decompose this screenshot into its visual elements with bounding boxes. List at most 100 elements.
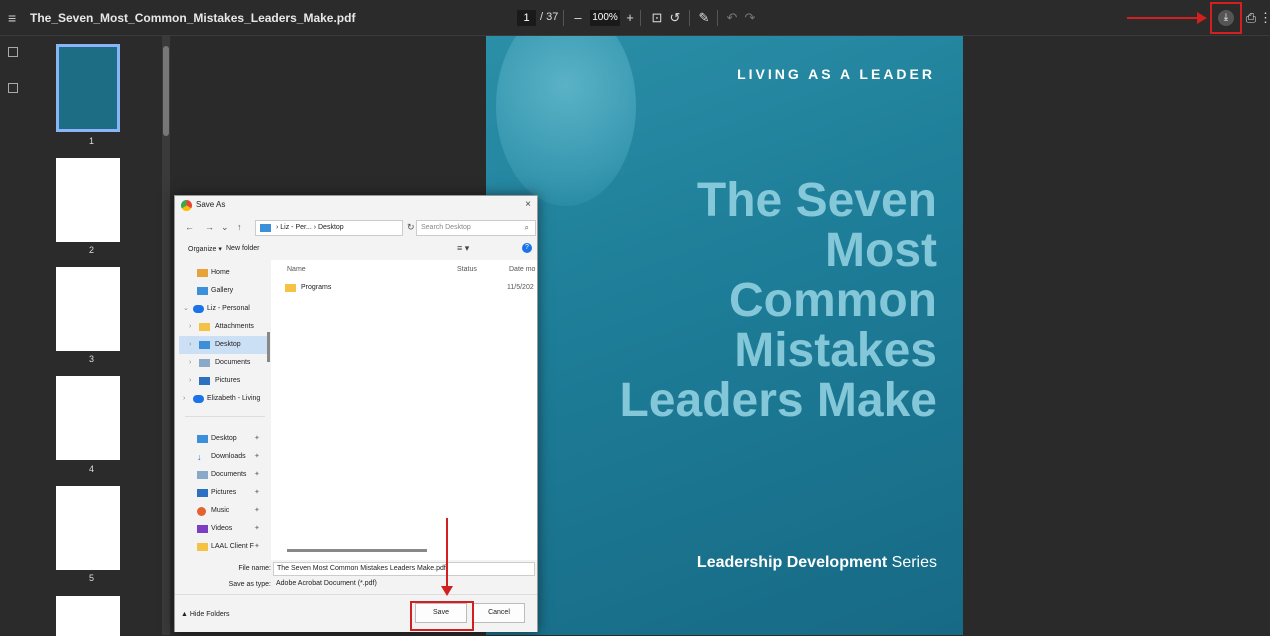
close-icon[interactable]: × <box>525 199 531 210</box>
scrollbar-thumb[interactable] <box>163 46 169 136</box>
search-input[interactable]: Search Desktop ⌕ <box>416 220 536 236</box>
chevron-down-icon[interactable]: ⌄ <box>183 300 189 318</box>
menu-icon[interactable]: ≡ <box>8 11 22 25</box>
cover-series-name: Leadership Development Series <box>697 554 937 572</box>
chevron-right-icon[interactable]: › <box>189 318 191 336</box>
annotation-arrowhead <box>1197 12 1207 24</box>
thumbnail-page-2[interactable] <box>56 158 120 242</box>
chrome-icon <box>181 200 192 211</box>
rotate-icon[interactable]: ↺ <box>667 9 683 27</box>
view-options-icon[interactable]: ≡ ▾ <box>457 243 469 254</box>
download-button[interactable]: ⤓ <box>1210 2 1242 34</box>
nav-item-quick-music[interactable]: Music ✦ <box>179 502 267 520</box>
chevron-right-icon[interactable]: › <box>189 372 191 390</box>
nav-item-desktop[interactable]: › Desktop <box>179 336 267 354</box>
recent-dropdown-icon[interactable]: ⌄ <box>221 222 229 233</box>
column-header-name[interactable]: Name <box>287 266 306 273</box>
toolbar-divider <box>563 10 564 26</box>
fit-page-icon[interactable]: ⊡ <box>649 9 665 27</box>
nav-item-quick-downloads[interactable]: ↓ Downloads ✦ <box>179 448 267 466</box>
nav-item-home[interactable]: Home <box>179 264 267 282</box>
nav-item-quick-documents[interactable]: Documents ✦ <box>179 466 267 484</box>
up-icon[interactable]: ↑ <box>237 222 242 232</box>
cover-series-bold: Leadership Development <box>696 554 888 571</box>
nav-item-documents[interactable]: › Documents <box>179 354 267 372</box>
nav-item-gallery[interactable]: Gallery <box>179 282 267 300</box>
toolbar-divider <box>640 10 641 26</box>
pin-icon[interactable]: ✦ <box>254 466 260 484</box>
thumbnail-page-5[interactable] <box>56 486 120 570</box>
outline-icon[interactable] <box>8 83 18 93</box>
thumbnail-page-1[interactable] <box>56 44 120 132</box>
refresh-icon[interactable]: ↻ <box>407 222 415 233</box>
nav-item-attachments[interactable]: › Attachments <box>179 318 267 336</box>
horizontal-scrollbar[interactable] <box>287 549 427 552</box>
nav-item-label: Desktop <box>211 435 237 442</box>
save-type-select[interactable]: Adobe Acrobat Document (*.pdf) <box>273 578 535 592</box>
pin-icon[interactable]: ✦ <box>254 520 260 538</box>
dialog-titlebar[interactable]: Save As × <box>175 196 537 216</box>
annotate-icon[interactable]: ✎ <box>696 9 712 27</box>
print-icon[interactable]: ⎙ <box>1243 9 1259 27</box>
download-icon: ↓ <box>197 452 202 462</box>
chevron-right-icon[interactable]: › <box>189 336 191 354</box>
cancel-button[interactable]: Cancel <box>473 603 525 623</box>
pin-icon[interactable]: ✦ <box>254 484 260 502</box>
cover-title-line: The Seven <box>696 174 937 227</box>
address-bar[interactable]: › Liz - Per... › Desktop <box>255 220 403 236</box>
cover-photo <box>496 36 636 206</box>
pin-icon[interactable]: ✦ <box>254 538 260 556</box>
thumbnail-scrollbar[interactable] <box>162 36 170 635</box>
thumbnail-page-6[interactable] <box>56 596 120 636</box>
organize-menu[interactable]: Organize ▾ <box>188 245 222 253</box>
nav-item-label: Documents <box>215 359 251 366</box>
save-as-dialog: Save As × ← → ⌄ ↑ › Liz - Per... › Deskt… <box>174 195 538 632</box>
pin-icon[interactable]: ✦ <box>254 448 260 466</box>
nav-item-elizabeth[interactable]: › Elizabeth - Living <box>179 390 267 408</box>
forward-icon[interactable]: → <box>205 222 214 232</box>
nav-item-quick-desktop[interactable]: Desktop ✦ <box>179 430 267 448</box>
back-icon[interactable]: ← <box>185 222 194 232</box>
undo-icon[interactable]: ↶ <box>724 9 740 27</box>
thumbnail-label: 3 <box>88 354 94 364</box>
column-header-status[interactable]: Status <box>457 266 477 273</box>
folder-icon <box>260 224 271 232</box>
nav-item-label: Liz - Personal <box>207 305 250 312</box>
redo-icon[interactable]: ↷ <box>742 9 758 27</box>
chevron-right-icon[interactable]: › <box>183 390 185 408</box>
pin-icon[interactable]: ✦ <box>254 430 260 448</box>
nav-item-label: Desktop <box>215 341 241 348</box>
file-list: Name Status Date mo Programs 11/5/202 <box>271 260 537 560</box>
chevron-right-icon[interactable]: › <box>189 354 191 372</box>
zoom-level-input[interactable]: 100% <box>590 10 620 26</box>
nav-item-quick-pictures[interactable]: Pictures ✦ <box>179 484 267 502</box>
new-folder-button[interactable]: New folder <box>226 245 259 252</box>
nav-item-label: Elizabeth - Living <box>207 395 261 402</box>
help-icon[interactable]: ? <box>522 243 532 253</box>
zoom-out-icon[interactable]: – <box>570 9 586 27</box>
hide-folders-toggle[interactable]: ▲ Hide Folders <box>181 611 230 618</box>
save-button-highlight <box>410 601 474 631</box>
nav-item-liz-personal[interactable]: ⌄ Liz - Personal <box>179 300 267 318</box>
more-options-icon[interactable]: ⋮ <box>1259 9 1270 27</box>
page-number-input[interactable]: 1 <box>517 10 536 26</box>
thumbnail-page-3[interactable] <box>56 267 120 351</box>
thumbnail-page-4[interactable] <box>56 376 120 460</box>
thumbnail-label: 1 <box>88 136 94 146</box>
nav-item-pictures[interactable]: › Pictures <box>179 372 267 390</box>
toolbar-divider <box>689 10 690 26</box>
cover-title: The Seven Most Common Mistakes Leaders M… <box>619 176 937 426</box>
dialog-footer: ▲ Hide Folders Save Cancel <box>175 594 537 632</box>
desktop-icon <box>197 435 208 443</box>
thumbnails-icon[interactable] <box>8 47 18 57</box>
nav-item-quick-laal[interactable]: LAAL Client F ✦ <box>179 538 267 556</box>
command-bar: Organize ▾ New folder ≡ ▾ ? <box>175 241 537 257</box>
file-name-field[interactable]: The Seven Most Common Mistakes Leaders M… <box>273 562 535 576</box>
nav-item-quick-videos[interactable]: Videos ✦ <box>179 520 267 538</box>
thumbnail-label: 5 <box>88 573 94 583</box>
nav-scrollbar[interactable] <box>267 332 270 362</box>
column-header-date[interactable]: Date mo <box>509 266 535 273</box>
pin-icon[interactable]: ✦ <box>254 502 260 520</box>
download-icon: ⤓ <box>1218 10 1234 26</box>
zoom-in-icon[interactable]: + <box>622 9 638 27</box>
